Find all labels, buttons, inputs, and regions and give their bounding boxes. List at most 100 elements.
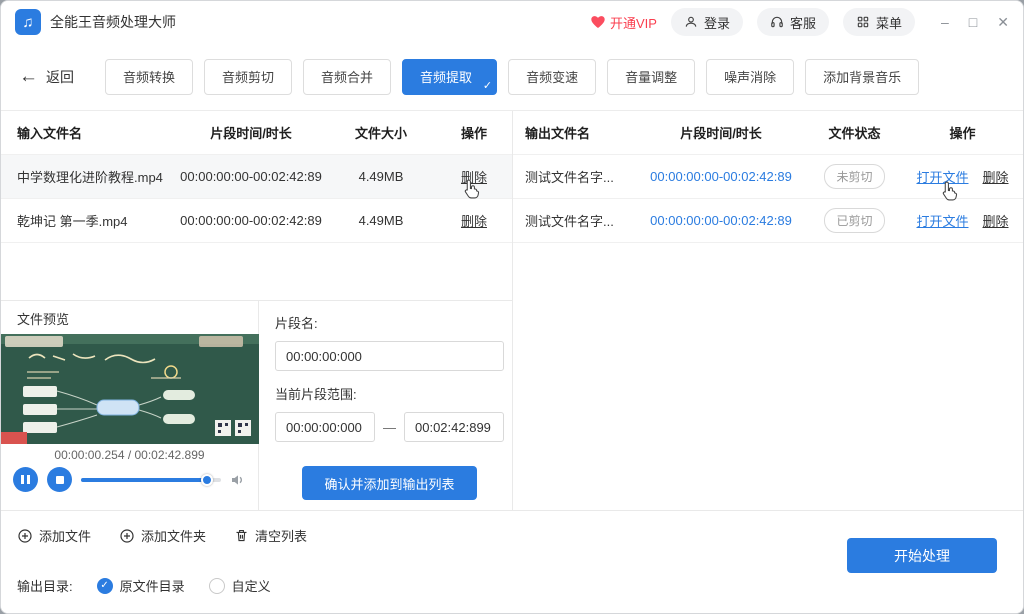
maximize-button[interactable]: □ — [969, 15, 977, 29]
add-file-button[interactable]: 添加文件 — [17, 526, 91, 545]
input-file-time: 00:00:00:00-00:02:42:89 — [176, 169, 326, 184]
stop-button[interactable] — [47, 467, 72, 492]
radio-original-dir-label: 原文件目录 — [120, 576, 185, 595]
input-table-row[interactable]: 中学数理化进阶教程.mp4 00:00:00:00-00:02:42:89 4.… — [1, 155, 512, 199]
clear-list-button[interactable]: 清空列表 — [234, 526, 307, 545]
menu-button[interactable]: 菜单 — [843, 8, 915, 36]
output-dir-row: 输出目录: ✓ 原文件目录 自定义 — [17, 576, 1007, 595]
range-end-input[interactable] — [404, 412, 504, 442]
grid-menu-icon — [856, 15, 870, 29]
tab-add-bgm[interactable]: 添加背景音乐 — [805, 59, 919, 95]
delete-file-link[interactable]: 删除 — [461, 170, 487, 185]
app-window: ♫ 全能王音频处理大师 开通VIP 登录 客服 — [0, 0, 1024, 614]
back-label: 返回 — [46, 67, 74, 87]
open-file-link[interactable]: 打开文件 — [916, 211, 968, 230]
titlebar-actions: 开通VIP 登录 客服 菜单 – — [590, 8, 1009, 36]
vip-label: 开通VIP — [610, 13, 657, 32]
segment-form: 片段名: 当前片段范围: — 确认并添加到输出列表 — [259, 301, 528, 510]
input-file-name: 乾坤记 第一季.mp4 — [1, 211, 176, 230]
output-table-row[interactable]: 测试文件名字... 00:00:00:00-00:02:42:89 未剪切 打开… — [513, 155, 1023, 199]
tab-audio-merge[interactable]: 音频合并 — [303, 59, 391, 95]
player-controls — [1, 464, 258, 492]
volume-icon[interactable] — [230, 473, 246, 487]
progress-fill — [81, 478, 207, 482]
output-file-time: 00:00:00:00-00:02:42:89 — [635, 169, 807, 184]
status-badge: 已剪切 — [824, 208, 884, 233]
output-table-empty-area — [513, 243, 1023, 510]
input-file-time: 00:00:00:00-00:02:42:89 — [176, 213, 326, 228]
tab-bar: 音频转换 音频剪切 音频合并 音频提取 ✓ 音频变速 音量调整 噪声消除 添加背… — [105, 59, 1005, 95]
tab-audio-extract-label: 音频提取 — [420, 67, 472, 86]
clear-list-label: 清空列表 — [255, 526, 307, 545]
output-file-time: 00:00:00:00-00:02:42:89 — [635, 213, 807, 228]
input-file-size: 4.49MB — [326, 169, 436, 184]
open-vip-button[interactable]: 开通VIP — [590, 13, 657, 32]
delete-file-link[interactable]: 删除 — [983, 211, 1009, 230]
footer: 添加文件 添加文件夹 清空列表 输出目录: ✓ 原文件目录 — [1, 511, 1023, 614]
output-file-name: 测试文件名字... — [513, 167, 635, 186]
video-thumbnail[interactable] — [1, 334, 259, 444]
add-folder-label: 添加文件夹 — [141, 526, 206, 545]
headset-icon — [770, 15, 784, 29]
output-dir-label: 输出目录: — [17, 576, 73, 595]
header-file-status: 文件状态 — [807, 123, 902, 142]
customer-service-button[interactable]: 客服 — [757, 8, 829, 36]
file-preview: 文件预览 — [1, 301, 259, 510]
delete-file-link[interactable]: 删除 — [461, 214, 487, 229]
menu-label: 菜单 — [876, 13, 902, 32]
back-button[interactable]: ← 返回 — [19, 66, 105, 88]
customer-service-label: 客服 — [790, 13, 816, 32]
header-segment-time: 片段时间/时长 — [176, 123, 326, 142]
header-input-filename: 输入文件名 — [1, 123, 176, 142]
delete-file-link[interactable]: 删除 — [983, 167, 1009, 186]
progress-knob[interactable] — [201, 474, 213, 486]
titlebar: ♫ 全能王音频处理大师 开通VIP 登录 客服 — [1, 1, 1023, 43]
trash-icon — [234, 528, 249, 543]
radio-unchecked-icon — [209, 578, 225, 594]
login-label: 登录 — [704, 13, 730, 32]
tab-audio-extract[interactable]: 音频提取 ✓ — [402, 59, 497, 95]
preview-title: 文件预览 — [1, 301, 258, 334]
start-processing-button[interactable]: 开始处理 — [847, 538, 997, 573]
plus-circle-icon — [119, 528, 135, 544]
tab-audio-cut[interactable]: 音频剪切 — [204, 59, 292, 95]
tab-audio-convert[interactable]: 音频转换 — [105, 59, 193, 95]
window-controls: – □ ✕ — [941, 15, 1009, 29]
add-folder-button[interactable]: 添加文件夹 — [119, 526, 206, 545]
output-table-header: 输出文件名 片段时间/时长 文件状态 操作 — [513, 111, 1023, 155]
close-button[interactable]: ✕ — [997, 15, 1009, 29]
playback-time: 00:00:00.254 / 00:02:42.899 — [1, 444, 258, 464]
range-separator: — — [383, 420, 396, 435]
login-button[interactable]: 登录 — [671, 8, 743, 36]
range-start-input[interactable] — [275, 412, 375, 442]
input-panel: 输入文件名 片段时间/时长 文件大小 操作 中学数理化进阶教程.mp4 00:0… — [1, 111, 513, 510]
radio-custom-dir[interactable]: 自定义 — [209, 576, 271, 595]
input-file-name: 中学数理化进阶教程.mp4 — [1, 167, 176, 186]
plus-circle-icon — [17, 528, 33, 544]
input-file-size: 4.49MB — [326, 213, 436, 228]
minimize-button[interactable]: – — [941, 15, 949, 29]
back-arrow-icon: ← — [19, 66, 38, 88]
open-file-link[interactable]: 打开文件 — [916, 167, 968, 186]
input-table-header: 输入文件名 片段时间/时长 文件大小 操作 — [1, 111, 512, 155]
confirm-add-button[interactable]: 确认并添加到输出列表 — [302, 466, 477, 500]
tab-noise-reduction[interactable]: 噪声消除 — [706, 59, 794, 95]
progress-slider[interactable] — [81, 478, 221, 482]
tab-volume-adjust[interactable]: 音量调整 — [607, 59, 695, 95]
check-icon: ✓ — [483, 79, 492, 92]
input-table-row[interactable]: 乾坤记 第一季.mp4 00:00:00:00-00:02:42:89 4.49… — [1, 199, 512, 243]
output-table-row[interactable]: 测试文件名字... 00:00:00:00-00:02:42:89 已剪切 打开… — [513, 199, 1023, 243]
add-file-label: 添加文件 — [39, 526, 91, 545]
segment-name-input[interactable] — [275, 341, 504, 371]
tab-audio-speed[interactable]: 音频变速 — [508, 59, 596, 95]
radio-custom-dir-label: 自定义 — [232, 576, 271, 595]
header-action: 操作 — [902, 123, 1023, 142]
output-file-name: 测试文件名字... — [513, 211, 635, 230]
input-table-empty-area — [1, 243, 512, 300]
radio-original-dir[interactable]: ✓ 原文件目录 — [97, 576, 185, 595]
main-content: 输入文件名 片段时间/时长 文件大小 操作 中学数理化进阶教程.mp4 00:0… — [1, 111, 1023, 511]
segment-range-label: 当前片段范围: — [275, 384, 504, 403]
pause-button[interactable] — [13, 467, 38, 492]
header-output-filename: 输出文件名 — [513, 123, 635, 142]
header-segment-time: 片段时间/时长 — [635, 123, 807, 142]
